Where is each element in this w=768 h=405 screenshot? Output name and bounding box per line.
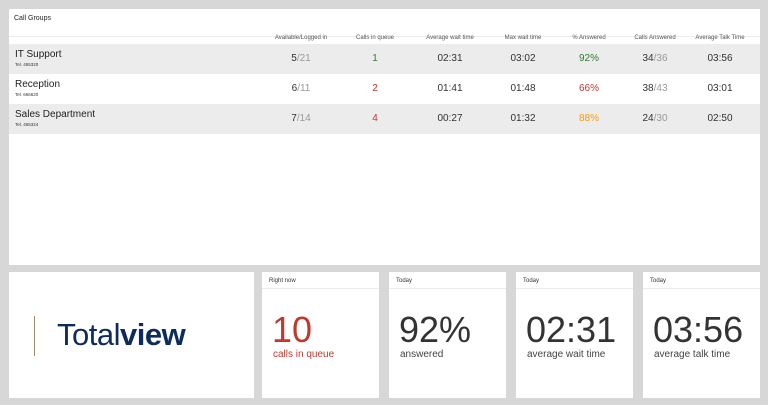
answered-total: /36 [653, 53, 668, 64]
stat-caption: answered [400, 349, 444, 360]
stat-caption: average talk time [654, 349, 731, 360]
group-tel: Tel. 465324 [15, 122, 39, 127]
group-name: IT Support [15, 49, 62, 60]
answered-total: /43 [653, 83, 668, 94]
logo-card: Totalview [9, 272, 254, 398]
logo-part-view: view [119, 317, 186, 352]
stat-label: Today [523, 278, 540, 284]
table-row: Reception Tel. 666620 6/11 2 01:41 01:48… [9, 74, 760, 104]
table-row: Sales Department Tel. 465324 7/14 4 00:2… [9, 104, 760, 134]
logged-in-count: /11 [297, 83, 311, 94]
stat-caption: calls in queue [273, 349, 335, 360]
logo-divider [34, 316, 35, 356]
stat-label: Today [650, 278, 667, 284]
average-talk-time: 03:01 [707, 83, 733, 94]
call-groups-panel: Call Groups Available/Logged in Calls in… [9, 9, 760, 265]
stat-value: 02:31 [526, 309, 617, 350]
answered-count: 34 [642, 53, 654, 64]
group-name: Sales Department [15, 109, 96, 120]
stat-card-average-talk-time: Today 03:56 average talk time [643, 272, 760, 398]
stat-value: 92% [399, 309, 472, 350]
answered-total: /30 [653, 113, 668, 124]
stat-divider [262, 288, 379, 289]
table-row: IT Support Tel. 465320 5/21 1 02:31 03:0… [9, 44, 760, 74]
stat-value: 10 [272, 309, 313, 350]
totalview-logo: Totalview [57, 317, 186, 353]
group-tel: Tel. 666620 [15, 92, 39, 97]
logged-in-count: /14 [296, 113, 311, 124]
group-name: Reception [15, 79, 61, 90]
stat-caption: average wait time [527, 349, 606, 360]
stat-card-calls-in-queue: Right now 10 calls in queue [262, 272, 379, 398]
stat-card-average-wait-time: Today 02:31 average wait time [516, 272, 633, 398]
stat-divider [516, 288, 633, 289]
logged-in-count: /21 [296, 53, 311, 64]
average-talk-time: 02:50 [707, 113, 733, 124]
stat-label: Today [396, 278, 413, 284]
stat-value: 03:56 [653, 309, 744, 350]
average-talk-time: 03:56 [707, 53, 733, 64]
answered-count: 38 [642, 83, 654, 94]
stat-card-answered: Today 92% answered [389, 272, 506, 398]
answered-count: 24 [642, 113, 654, 124]
stat-divider [389, 288, 506, 289]
group-tel: Tel. 465320 [15, 62, 39, 67]
stat-divider [643, 288, 760, 289]
logo-part-total: Total [57, 317, 120, 352]
stat-label: Right now [269, 278, 296, 284]
col-average-talk-time: Average Talk Time [695, 35, 745, 41]
panel-title: Call Groups [14, 15, 51, 22]
